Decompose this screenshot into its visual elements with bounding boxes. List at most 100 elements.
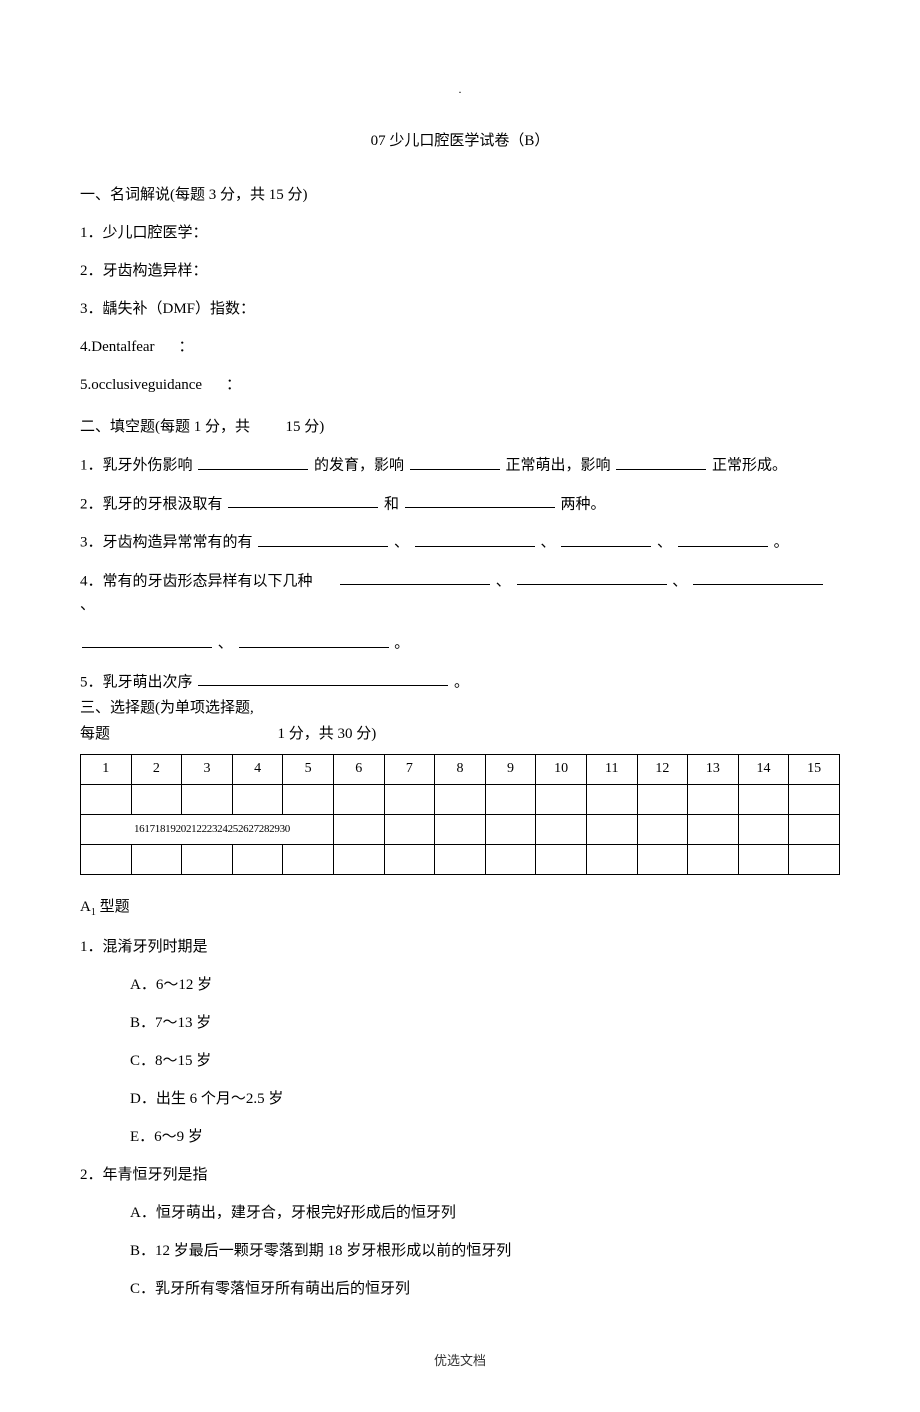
fill-blank[interactable] xyxy=(616,453,706,470)
fill-blank[interactable] xyxy=(82,631,212,648)
fill-q4-sep4: 、 xyxy=(218,636,233,652)
fill-q5-end: 。 xyxy=(454,674,469,690)
answer-cell[interactable] xyxy=(131,845,182,875)
fill-q5-and-section3-head: 5．乳牙萌出次序 。 三、选择题(为单项选择题, 每题 1 分，共 30 分) xyxy=(80,670,840,747)
fill-blank[interactable] xyxy=(693,569,823,586)
fill-blank[interactable] xyxy=(239,631,389,648)
table-header-cell: 10 xyxy=(536,755,587,785)
answer-cell[interactable] xyxy=(283,845,334,875)
answer-cell[interactable] xyxy=(232,845,283,875)
answer-cell[interactable] xyxy=(586,845,637,875)
answer-cell[interactable] xyxy=(182,785,233,815)
fill-blank[interactable] xyxy=(258,530,388,547)
table-header-cell: 8 xyxy=(435,755,486,785)
answer-cell[interactable] xyxy=(688,785,739,815)
fill-q3-sep2: 、 xyxy=(541,535,556,551)
table-header-cell xyxy=(738,815,789,845)
answer-cell[interactable] xyxy=(333,845,384,875)
fill-blank[interactable] xyxy=(198,670,448,687)
answer-cell[interactable] xyxy=(384,845,435,875)
answer-cell[interactable] xyxy=(789,845,840,875)
mc-q2-a: A．恒牙萌出，建牙合，牙根完好形成后的恒牙列 xyxy=(130,1201,840,1225)
answer-cell[interactable] xyxy=(333,785,384,815)
table-header-cell: 9 xyxy=(485,755,536,785)
fill-blank[interactable] xyxy=(228,492,378,509)
section-2-heading-b: 15 分) xyxy=(286,419,325,435)
table-header-cell: 1 xyxy=(81,755,132,785)
fill-blank[interactable] xyxy=(340,569,490,586)
fill-blank[interactable] xyxy=(517,569,667,586)
answer-cell[interactable] xyxy=(435,785,486,815)
fill-q3-a: 3．牙齿构造异常常有的有 xyxy=(80,535,253,551)
table-header-cell: 14 xyxy=(738,755,789,785)
answer-cell[interactable] xyxy=(232,785,283,815)
answer-cell[interactable] xyxy=(586,785,637,815)
term-item-3: 3．龋失补（DMF）指数： xyxy=(80,297,840,321)
table-header-cell: 5 xyxy=(283,755,334,785)
table-header-cell xyxy=(536,815,587,845)
answer-cell[interactable] xyxy=(637,785,688,815)
answer-cell[interactable] xyxy=(485,785,536,815)
fill-blank[interactable] xyxy=(561,530,651,547)
answer-cell[interactable] xyxy=(738,785,789,815)
answer-cell[interactable] xyxy=(536,785,587,815)
fill-q4-sep1: 、 xyxy=(496,573,511,589)
table-header-cell xyxy=(789,815,840,845)
fill-q4: 4．常有的牙齿形态异样有以下几种 、 、 、 xyxy=(80,569,840,618)
fill-blank[interactable] xyxy=(405,492,555,509)
mc-q2-stem: 2．年青恒牙列是指 xyxy=(80,1163,840,1187)
table-header-cell xyxy=(637,815,688,845)
answer-cell[interactable] xyxy=(435,845,486,875)
term-item-5-colon: ： xyxy=(202,377,241,393)
table-header-cell xyxy=(688,815,739,845)
answer-table: 1 2 3 4 5 6 7 8 9 10 11 12 13 14 15 1617… xyxy=(80,754,840,875)
answer-cell[interactable] xyxy=(182,845,233,875)
fill-q1: 1．乳牙外伤影响 的发育，影响 正常萌出，影响 正常形成。 xyxy=(80,453,840,478)
fill-blank[interactable] xyxy=(678,530,768,547)
fill-q2: 2．乳牙的牙根汲取有 和 两种。 xyxy=(80,492,840,517)
table-header-cell xyxy=(333,815,384,845)
fill-q2-c: 两种。 xyxy=(561,496,606,512)
exam-title: 07 少儿口腔医学试卷（B） xyxy=(80,129,840,153)
fill-q3-sep1: 、 xyxy=(394,535,409,551)
fill-q1-b: 的发育，影响 xyxy=(314,458,404,474)
table-header-cell: 13 xyxy=(688,755,739,785)
fill-q2-b: 和 xyxy=(384,496,399,512)
section-3-heading-line2b: 1 分，共 30 分) xyxy=(278,726,377,742)
answer-cell[interactable] xyxy=(789,785,840,815)
fill-blank[interactable] xyxy=(198,453,308,470)
section-3-heading-line2a: 每题 xyxy=(80,726,110,742)
section-2-heading-a: 二、填空题(每题 1 分，共 xyxy=(80,419,250,435)
section-2-heading: 二、填空题(每题 1 分，共 15 分) xyxy=(80,415,840,439)
term-item-5-label: 5.occlusiveguidance xyxy=(80,377,202,393)
answer-cell[interactable] xyxy=(81,785,132,815)
section-1-heading: 一、名词解说(每题 3 分，共 15 分) xyxy=(80,183,840,207)
term-item-4-label: 4.Dentalfear xyxy=(80,339,155,355)
answer-cell[interactable] xyxy=(738,845,789,875)
answer-cell[interactable] xyxy=(131,785,182,815)
mc-q1-stem: 1．混淆牙列时期是 xyxy=(80,935,840,959)
fill-q3-sep3: 、 xyxy=(657,535,672,551)
answer-cell[interactable] xyxy=(81,845,132,875)
mc-q1-a: A．6～12 岁 xyxy=(130,973,840,997)
table-header-cell: 11 xyxy=(586,755,637,785)
fill-q4-sep3: 、 xyxy=(80,597,95,613)
fill-blank[interactable] xyxy=(415,530,535,547)
answer-cell[interactable] xyxy=(637,845,688,875)
answer-cell[interactable] xyxy=(384,785,435,815)
table-row-answers-2 xyxy=(81,845,840,875)
answer-cell[interactable] xyxy=(283,785,334,815)
answer-cell[interactable] xyxy=(688,845,739,875)
a1-type-label: A1 型题 xyxy=(80,895,840,921)
table-header-cell: 7 xyxy=(384,755,435,785)
term-item-4: 4.Dentalfear： xyxy=(80,335,840,359)
term-item-1: 1．少儿口腔医学： xyxy=(80,221,840,245)
table-header-cell xyxy=(435,815,486,845)
term-item-5: 5.occlusiveguidance： xyxy=(80,373,840,397)
fill-q3-end: 。 xyxy=(774,535,789,551)
fill-q1-c: 正常萌出，影响 xyxy=(506,458,611,474)
answer-cell[interactable] xyxy=(536,845,587,875)
fill-q4-end: 。 xyxy=(394,636,409,652)
answer-cell[interactable] xyxy=(485,845,536,875)
fill-blank[interactable] xyxy=(410,453,500,470)
